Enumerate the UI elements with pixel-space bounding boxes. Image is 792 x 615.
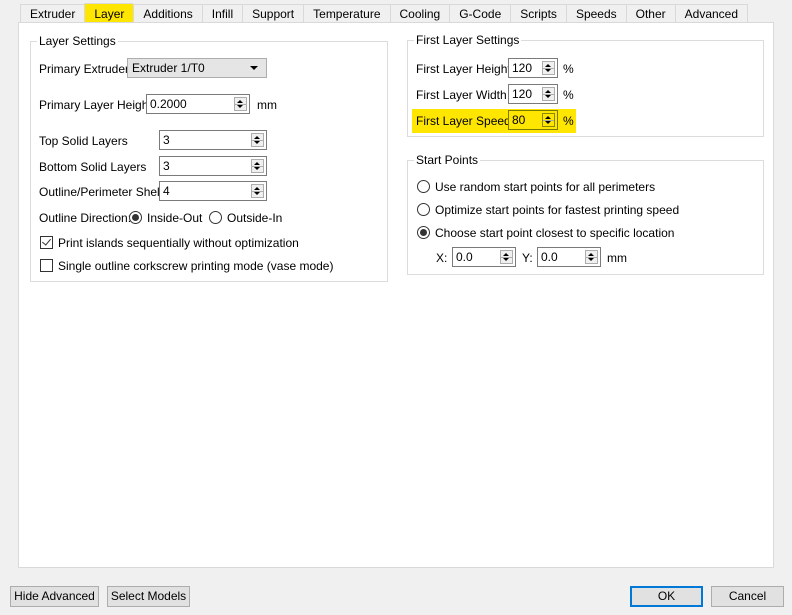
ok-button[interactable]: OK <box>630 586 703 607</box>
first-layer-speed-value: 80 <box>512 113 526 127</box>
tab-support[interactable]: Support <box>242 4 304 22</box>
spin-arrows-icon[interactable] <box>542 61 555 75</box>
outline-direction-label: Outline Direction: <box>39 211 132 225</box>
start-y-value: 0.0 <box>541 250 558 264</box>
primary-extruder-select[interactable]: Extruder 1/T0 <box>127 58 267 78</box>
layer-settings-group: Layer Settings Primary Extruder Extruder… <box>30 34 388 282</box>
tab-cooling[interactable]: Cooling <box>389 4 450 22</box>
primary-layer-height-value: 0.2000 <box>150 97 187 111</box>
start-unit: mm <box>607 251 627 265</box>
first-layer-width-unit: % <box>563 88 574 102</box>
hide-advanced-button[interactable]: Hide Advanced <box>10 586 99 607</box>
start-points-group: Start Points Use random start points for… <box>407 153 764 275</box>
tab-speeds[interactable]: Speeds <box>565 4 626 22</box>
radio-random-start[interactable] <box>417 180 430 193</box>
inside-out-label[interactable]: Inside-Out <box>147 211 202 225</box>
start-x-value: 0.0 <box>456 250 473 264</box>
random-start-label[interactable]: Use random start points for all perimete… <box>435 180 655 194</box>
first-layer-width-input[interactable]: 120 <box>508 84 558 104</box>
print-islands-checkbox[interactable] <box>40 236 53 249</box>
start-y-input[interactable]: 0.0 <box>537 247 601 267</box>
spin-arrows-icon[interactable] <box>251 184 264 198</box>
print-islands-label[interactable]: Print islands sequentially without optim… <box>58 236 299 250</box>
first-layer-height-label: First Layer Height <box>416 62 511 76</box>
primary-layer-height-unit: mm <box>257 98 277 112</box>
start-x-input[interactable]: 0.0 <box>452 247 516 267</box>
bottom-solid-layers-value: 3 <box>163 159 170 173</box>
layer-tab-panel: Layer Settings Primary Extruder Extruder… <box>18 22 774 568</box>
radio-outside-in[interactable] <box>209 211 222 224</box>
layer-settings-title: Layer Settings <box>37 34 118 48</box>
tab-gcode[interactable]: G-Code <box>449 4 511 22</box>
tab-scripts[interactable]: Scripts <box>510 4 566 22</box>
first-layer-height-input[interactable]: 120 <box>508 58 558 78</box>
spin-arrows-icon[interactable] <box>251 159 264 173</box>
first-layer-speed-input[interactable]: 80 <box>508 110 558 130</box>
outside-in-label[interactable]: Outside-In <box>227 211 282 225</box>
first-layer-speed-unit: % <box>563 114 574 128</box>
start-x-label: X: <box>436 251 448 265</box>
select-models-button[interactable]: Select Models <box>107 586 190 607</box>
chevron-down-icon <box>250 66 258 70</box>
radio-specific-location[interactable] <box>417 226 430 239</box>
primary-layer-height-label: Primary Layer Height <box>39 98 152 112</box>
start-points-title: Start Points <box>414 153 481 167</box>
top-solid-layers-input[interactable]: 3 <box>159 130 267 150</box>
top-solid-layers-label: Top Solid Layers <box>39 134 128 148</box>
outline-shells-input[interactable]: 4 <box>159 181 267 201</box>
outline-shells-label: Outline/Perimeter Shells <box>39 185 169 199</box>
primary-extruder-label: Primary Extruder <box>39 62 130 76</box>
cancel-button[interactable]: Cancel <box>711 586 784 607</box>
spin-arrows-icon[interactable] <box>542 113 555 127</box>
primary-extruder-value: Extruder 1/T0 <box>132 61 205 75</box>
first-layer-width-value: 120 <box>512 87 533 101</box>
spin-arrows-icon[interactable] <box>234 97 247 111</box>
tab-other[interactable]: Other <box>625 4 675 22</box>
tab-bar: Extruder Layer Additions Infill Support … <box>20 3 749 23</box>
first-layer-height-value: 120 <box>512 61 533 75</box>
primary-layer-height-input[interactable]: 0.2000 <box>146 94 250 114</box>
tab-layer[interactable]: Layer <box>84 3 134 22</box>
first-layer-speed-label: First Layer Speed <box>416 114 511 128</box>
first-layer-height-unit: % <box>563 62 574 76</box>
spin-arrows-icon[interactable] <box>542 87 555 101</box>
tab-advanced[interactable]: Advanced <box>674 4 749 22</box>
start-y-label: Y: <box>522 251 533 265</box>
specific-location-label[interactable]: Choose start point closest to specific l… <box>435 226 674 240</box>
tab-infill[interactable]: Infill <box>201 4 243 22</box>
outline-shells-value: 4 <box>163 184 170 198</box>
first-layer-width-label: First Layer Width <box>416 88 507 102</box>
top-solid-layers-value: 3 <box>163 133 170 147</box>
tab-additions[interactable]: Additions <box>133 4 202 22</box>
tab-temperature[interactable]: Temperature <box>303 4 390 22</box>
bottom-solid-layers-input[interactable]: 3 <box>159 156 267 176</box>
first-layer-settings-group: First Layer Settings First Layer Height … <box>407 33 764 137</box>
spin-arrows-icon[interactable] <box>251 133 264 147</box>
optimize-start-label[interactable]: Optimize start points for fastest printi… <box>435 203 679 217</box>
radio-optimize-start[interactable] <box>417 203 430 216</box>
radio-inside-out[interactable] <box>129 211 142 224</box>
first-layer-settings-title: First Layer Settings <box>414 33 522 47</box>
spin-arrows-icon[interactable] <box>585 250 598 264</box>
vase-mode-checkbox[interactable] <box>40 259 53 272</box>
tab-extruder[interactable]: Extruder <box>20 4 85 22</box>
vase-mode-label[interactable]: Single outline corkscrew printing mode (… <box>58 259 333 273</box>
bottom-solid-layers-label: Bottom Solid Layers <box>39 160 147 174</box>
spin-arrows-icon[interactable] <box>500 250 513 264</box>
